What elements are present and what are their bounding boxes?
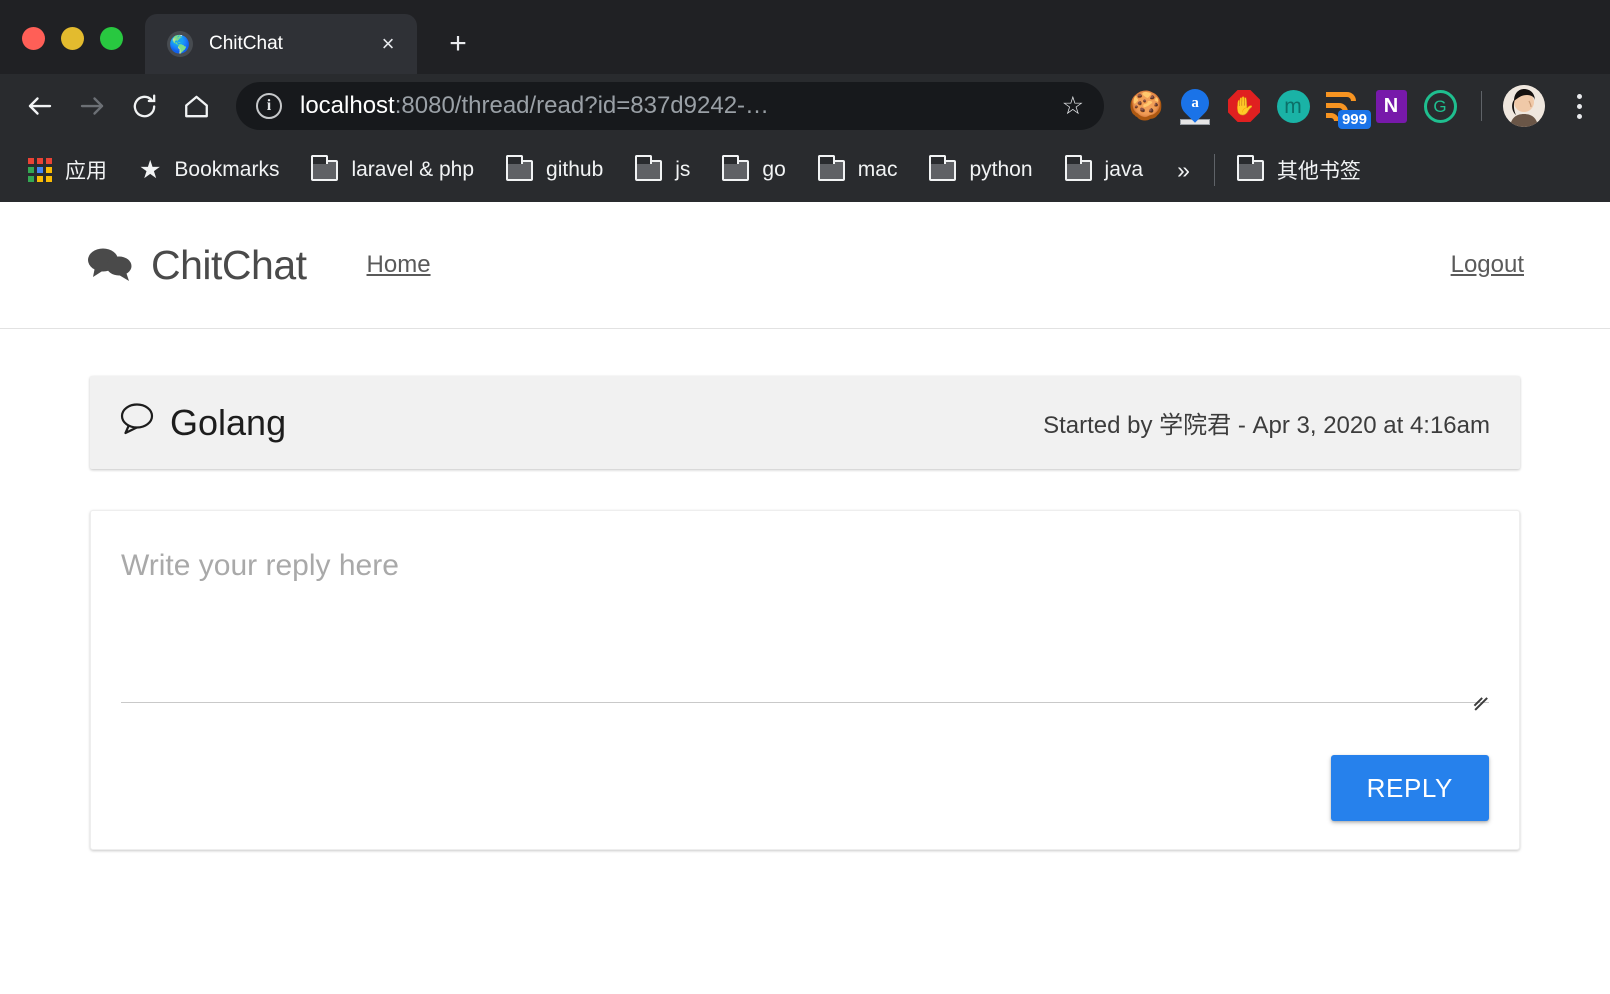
bookmark-label: laravel & php xyxy=(351,158,475,181)
brand-logo[interactable]: ChitChat xyxy=(86,242,307,289)
reply-input[interactable] xyxy=(121,547,1489,703)
extensions-tray: 🍪 a ✋ m 999 N G xyxy=(1118,83,1596,129)
url-host: localhost xyxy=(300,92,395,119)
amazon-glyph: a xyxy=(1191,94,1199,111)
folder-icon xyxy=(1236,154,1264,181)
apps-grid-icon xyxy=(28,158,52,182)
home-icon[interactable] xyxy=(170,80,222,132)
page-title: ChitChat xyxy=(151,241,307,288)
reload-icon[interactable] xyxy=(118,80,170,132)
globe-icon: 🌎 xyxy=(167,31,193,57)
tab-strip: 🌎 ChitChat × + xyxy=(0,0,1610,74)
close-icon[interactable]: × xyxy=(375,31,401,57)
reply-card: REPLY xyxy=(90,510,1520,850)
tab-title: ChitChat xyxy=(209,33,283,54)
bookmark-item-mac[interactable]: mac xyxy=(802,154,914,182)
browser-toolbar: i localhost:8080/thread/read?id=837d9242… xyxy=(0,74,1610,138)
bookmark-label: go xyxy=(762,158,786,181)
bookmark-item-bookmarks[interactable]: ★ Bookmarks xyxy=(123,155,295,184)
thread-meta: Started by 学院君 - Apr 3, 2020 at 4:16am xyxy=(1043,412,1490,439)
site-info-icon[interactable]: i xyxy=(256,93,282,119)
reply-button[interactable]: REPLY xyxy=(1330,755,1489,821)
logout-link[interactable]: Logout xyxy=(1451,251,1524,279)
folder-icon xyxy=(929,154,957,181)
thread-title: Golang xyxy=(170,401,287,443)
bookmark-label: mac xyxy=(857,158,898,181)
address-bar[interactable]: i localhost:8080/thread/read?id=837d9242… xyxy=(236,82,1104,130)
bookmark-label: 应用 xyxy=(65,160,107,183)
browser-menu-button[interactable] xyxy=(1562,93,1596,119)
bookmark-label: js xyxy=(675,158,691,181)
bookmark-item-java[interactable]: java xyxy=(1049,154,1160,182)
thread-header-card: Golang Started by 学院君 - Apr 3, 2020 at 4… xyxy=(90,376,1520,469)
maximize-window-button[interactable] xyxy=(100,27,123,50)
bookmark-label: 其他书签 xyxy=(1276,160,1361,183)
nav-link-home[interactable]: Home xyxy=(367,251,431,279)
folder-icon xyxy=(817,154,845,181)
folder-icon xyxy=(722,154,750,181)
folder-icon xyxy=(1064,154,1092,181)
onenote-glyph: N xyxy=(1375,89,1407,123)
amazon-pin-shape: a xyxy=(1175,83,1215,125)
stop-hand-glyph: ✋ xyxy=(1228,90,1260,122)
thread-title-group: Golang xyxy=(118,401,286,444)
page-content: ChitChat Home Logout Golang Started by 学… xyxy=(0,202,1610,994)
rss-feed-extension-icon[interactable]: 999 xyxy=(1322,86,1371,129)
resize-handle-icon[interactable] xyxy=(1468,681,1488,710)
rss-badge-count: 999 xyxy=(1337,109,1371,129)
bookmarks-divider xyxy=(1213,154,1215,186)
avatar[interactable] xyxy=(1503,85,1545,127)
bookmark-item-apps[interactable]: 应用 xyxy=(12,155,123,185)
onenote-extension-icon[interactable]: N xyxy=(1371,86,1411,126)
browser-tab[interactable]: 🌎 ChitChat × xyxy=(145,14,417,74)
grammarly-extension-icon[interactable]: G xyxy=(1420,86,1460,126)
new-tab-button[interactable]: + xyxy=(435,21,481,67)
bookmarks-bar: 应用 ★ Bookmarks laravel & php github js g… xyxy=(0,138,1610,202)
bookmark-item-github[interactable]: github xyxy=(490,154,619,182)
bookmarks-overflow-button[interactable]: » xyxy=(1159,157,1208,184)
main-container: Golang Started by 学院君 - Apr 3, 2020 at 4… xyxy=(0,329,1610,850)
toolbar-divider xyxy=(1481,91,1482,121)
back-icon[interactable] xyxy=(14,80,66,132)
bookmark-label: github xyxy=(546,158,604,181)
close-window-button[interactable] xyxy=(22,27,45,50)
m-extension-icon[interactable]: m xyxy=(1273,86,1313,126)
folder-icon xyxy=(311,154,339,181)
bookmark-label: python xyxy=(969,158,1033,181)
bookmark-item-other[interactable]: 其他书签 xyxy=(1221,154,1377,185)
m-glyph: m xyxy=(1276,89,1310,123)
bookmark-item-laravel-php[interactable]: laravel & php xyxy=(295,154,490,182)
avatar-portrait xyxy=(1503,85,1545,127)
star-icon: ★ xyxy=(139,155,162,184)
cookie-extension-icon[interactable]: 🍪 xyxy=(1126,86,1166,126)
bookmark-star-icon[interactable]: ☆ xyxy=(1062,91,1084,121)
grammarly-glyph: G xyxy=(1423,89,1457,123)
reply-actions: REPLY xyxy=(121,725,1489,821)
speech-bubble-icon xyxy=(118,401,156,444)
minimize-window-button[interactable] xyxy=(61,27,84,50)
folder-icon xyxy=(506,154,534,181)
forward-icon xyxy=(66,80,118,132)
amazon-price-extension-icon[interactable]: a xyxy=(1175,83,1215,126)
window-controls xyxy=(0,27,145,74)
browser-window: 🌎 ChitChat × + i localhost:8080/thread/r… xyxy=(0,0,1610,994)
adblock-stop-extension-icon[interactable]: ✋ xyxy=(1224,86,1264,126)
bookmark-item-js[interactable]: js xyxy=(619,154,706,182)
site-header: ChitChat Home Logout xyxy=(0,202,1610,329)
bookmark-item-go[interactable]: go xyxy=(706,154,801,182)
folder-icon xyxy=(635,154,663,181)
url-text: localhost:8080/thread/read?id=837d9242-… xyxy=(300,92,1048,120)
bookmark-label: Bookmarks xyxy=(174,158,280,181)
chat-bubbles-icon xyxy=(86,243,134,288)
bookmark-item-python[interactable]: python xyxy=(913,154,1048,182)
url-path: :8080/thread/read?id=837d9242-… xyxy=(394,92,770,119)
cookie-glyph: 🍪 xyxy=(1128,90,1164,121)
bookmark-label: java xyxy=(1104,158,1144,181)
